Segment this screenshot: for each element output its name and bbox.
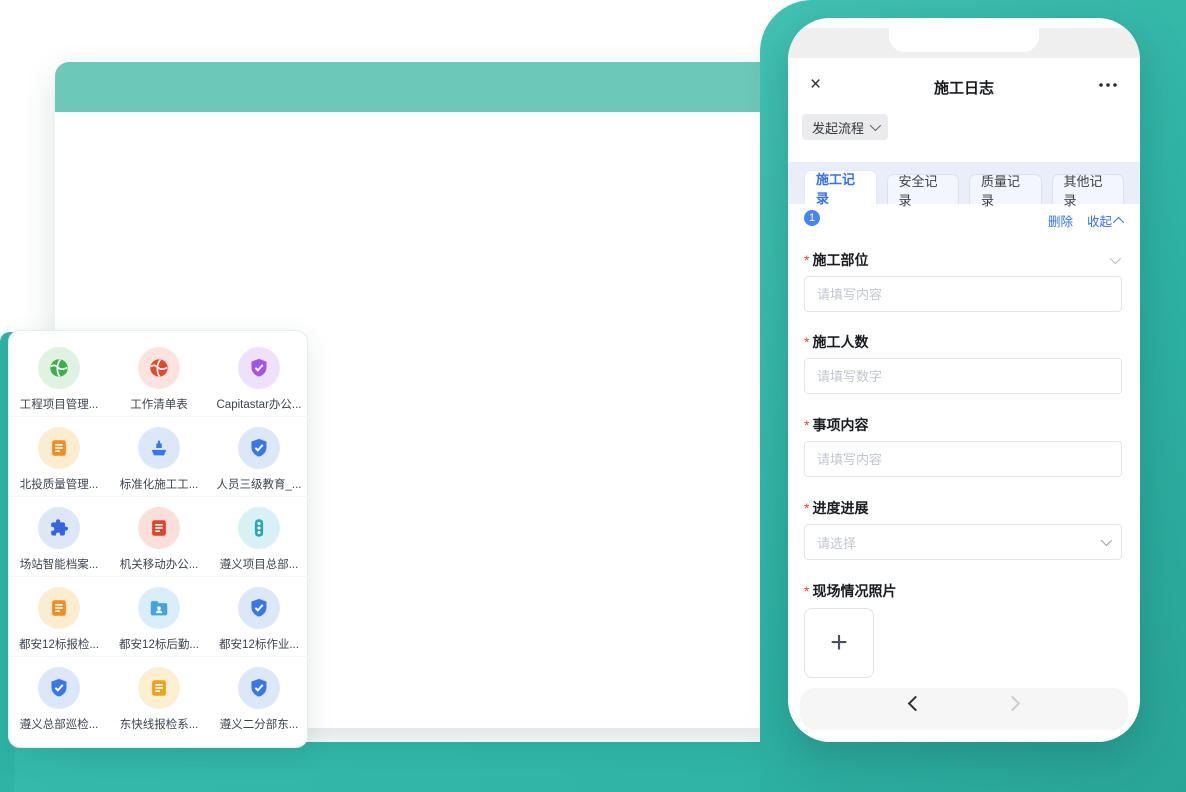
app-grid: 工程项目管理... 工作清单表 Capitastar办公... 北投质量管理..… bbox=[9, 337, 309, 737]
app-tile[interactable]: 都安12标后勤... bbox=[109, 577, 209, 657]
shield-check-icon bbox=[238, 347, 280, 389]
field-input-headcount[interactable] bbox=[804, 358, 1122, 394]
app-tile[interactable]: 机关移动办公... bbox=[109, 497, 209, 577]
app-tile[interactable]: 北投质量管理... bbox=[9, 417, 109, 497]
field-select-progress[interactable]: 请选择 bbox=[804, 524, 1122, 560]
app-tile-label: 都安12标作业... bbox=[219, 639, 299, 651]
page-canvas: 施工日志打印 表单字段 系统字段 所属项目 施工员 施工日期 上午天气 宋体 9… bbox=[0, 0, 1186, 792]
app-tile-label: 场站智能档案... bbox=[19, 559, 99, 571]
app-tile[interactable]: 遵义二分部东... bbox=[209, 657, 309, 737]
app-tile-label: 标准化施工工... bbox=[119, 479, 199, 491]
app-tile-label: 人员三级教育_... bbox=[216, 479, 302, 491]
app-tile[interactable]: 工程项目管理... bbox=[9, 337, 109, 417]
phone-tab-item[interactable]: 安全记录 bbox=[886, 174, 959, 208]
field-label-headcount: * 施工人数 bbox=[804, 334, 869, 350]
document-icon bbox=[38, 587, 80, 629]
field-label-part: * 施工部位 bbox=[804, 252, 869, 268]
app-tile-label: 北投质量管理... bbox=[19, 479, 99, 491]
app-launcher-panel: 工程项目管理... 工作清单表 Capitastar办公... 北投质量管理..… bbox=[8, 330, 309, 748]
app-tile[interactable]: 遵义总部巡检... bbox=[9, 657, 109, 737]
app-tile-label: 都安12标报检... bbox=[19, 639, 99, 651]
more-icon[interactable] bbox=[1098, 72, 1118, 94]
chevron-down-icon[interactable] bbox=[1109, 252, 1122, 265]
delete-button[interactable]: 删除 bbox=[1048, 211, 1073, 230]
document-icon bbox=[38, 427, 80, 469]
globe-icon bbox=[38, 347, 80, 389]
ship-icon bbox=[138, 427, 180, 469]
app-tile-label: 工程项目管理... bbox=[19, 399, 99, 411]
phone-bottom-nav bbox=[800, 688, 1128, 730]
phone-header: × 施工日志 bbox=[788, 70, 1140, 104]
app-tile-label: 遵义总部巡检... bbox=[19, 719, 99, 731]
phone-tab-active[interactable]: 施工记录 bbox=[804, 170, 877, 206]
app-tile[interactable]: 都安12标报检... bbox=[9, 577, 109, 657]
nav-back-icon[interactable] bbox=[907, 695, 924, 712]
document-icon bbox=[138, 667, 180, 709]
app-tile-label: 机关移动办公... bbox=[119, 559, 199, 571]
phone-mockup: × 施工日志 发起流程 施工记录 安全记录 质量记录 其他记录 1 删除 收起 * 施工… bbox=[788, 18, 1140, 742]
record-count-badge: 1 bbox=[804, 210, 820, 226]
app-tile[interactable]: 人员三级教育_... bbox=[209, 417, 309, 497]
phone-tab-item[interactable]: 其他记录 bbox=[1051, 174, 1124, 208]
app-tile-label: 遵义二分部东... bbox=[219, 719, 299, 731]
app-tile-label: Capitastar办公... bbox=[216, 399, 302, 411]
app-tile[interactable]: Capitastar办公... bbox=[209, 337, 309, 417]
document-icon bbox=[138, 507, 180, 549]
shield-check-icon bbox=[238, 587, 280, 629]
phone-page-title: 施工日志 bbox=[933, 80, 994, 97]
start-flow-button[interactable]: 发起流程 bbox=[802, 114, 889, 140]
traffic-light-icon bbox=[238, 507, 280, 549]
chevron-down-icon bbox=[1100, 534, 1113, 547]
globe-icon bbox=[138, 347, 180, 389]
field-input-content[interactable] bbox=[804, 441, 1122, 477]
app-tile[interactable]: 场站智能档案... bbox=[9, 497, 109, 577]
field-input-part[interactable] bbox=[804, 276, 1122, 312]
field-label-photos: * 现场情况照片 bbox=[804, 583, 897, 599]
app-tile-label: 遵义项目总部... bbox=[219, 559, 299, 571]
puzzle-icon bbox=[38, 507, 80, 549]
app-tile-label: 都安12标后勤... bbox=[119, 639, 199, 651]
app-tile[interactable]: 都安12标作业... bbox=[209, 577, 309, 657]
shield-check-icon bbox=[238, 427, 280, 469]
phone-notch bbox=[889, 28, 1039, 52]
chevron-down-icon bbox=[869, 119, 882, 132]
shield-check-icon bbox=[38, 667, 80, 709]
app-tile[interactable]: 遵义项目总部... bbox=[209, 497, 309, 577]
phone-tab-item[interactable]: 质量记录 bbox=[969, 174, 1042, 208]
app-tile[interactable]: 东快线报检系... bbox=[109, 657, 209, 737]
app-tile[interactable]: 工作清单表 bbox=[109, 337, 209, 417]
app-tile-label: 东快线报检系... bbox=[119, 719, 199, 731]
nav-forward-icon[interactable] bbox=[1004, 695, 1021, 712]
app-tile[interactable]: 标准化施工工... bbox=[109, 417, 209, 497]
phone-tabs: 施工记录 安全记录 质量记录 其他记录 bbox=[804, 170, 1124, 208]
app-tile-label: 工作清单表 bbox=[130, 399, 188, 411]
chevron-up-icon bbox=[1112, 216, 1125, 228]
field-label-progress: * 进度进展 bbox=[804, 500, 869, 516]
record-toolbar: 1 删除 收起 bbox=[804, 208, 1125, 230]
field-label-content: * 事项内容 bbox=[804, 417, 869, 433]
photo-upload-button[interactable]: + bbox=[804, 608, 874, 678]
start-flow-label: 发起流程 bbox=[812, 120, 865, 136]
collapse-button[interactable]: 收起 bbox=[1087, 211, 1125, 230]
shield-check-icon bbox=[238, 667, 280, 709]
plus-icon: + bbox=[830, 626, 848, 659]
folder-user-icon bbox=[138, 587, 180, 629]
